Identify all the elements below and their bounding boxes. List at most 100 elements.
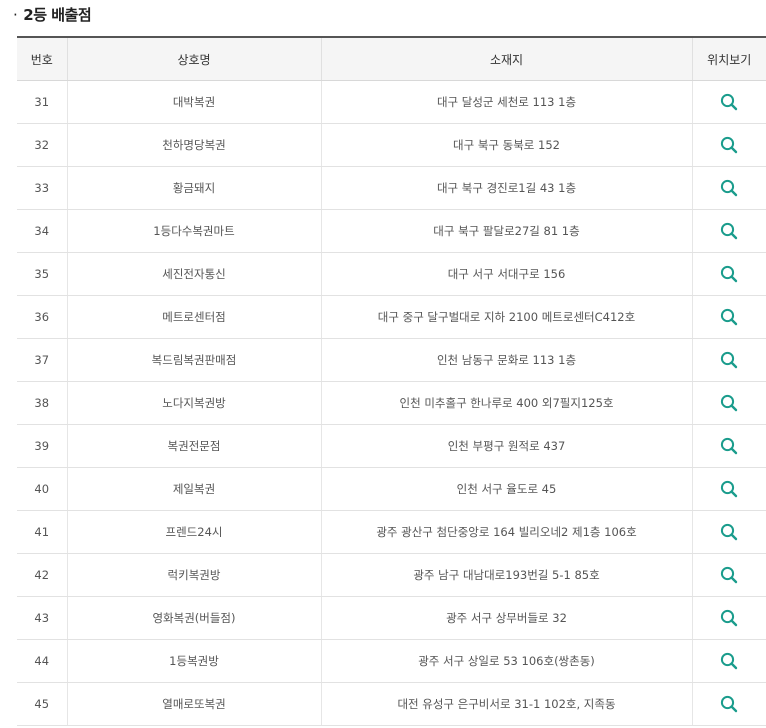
table-body: 31 대박복권 대구 달성군 세천로 113 1층 32 천하명당복권 대구 북구 동북로… xyxy=(17,80,766,726)
location-cell xyxy=(691,424,766,468)
search-icon xyxy=(721,652,738,670)
header-name: 상호명 xyxy=(66,36,321,81)
store-address: 광주 광산구 첨단중앙로 164 빌리오네2 제1층 106호 xyxy=(320,510,692,554)
store-name: 영화복권(버들점) xyxy=(66,596,321,640)
store-name: 1등복권방 xyxy=(66,639,321,683)
store-table: 번호 상호명 소재지 위치보기 31 대박복권 대구 달성군 세천로 113 1층 3… xyxy=(17,36,766,726)
view-location-button[interactable] xyxy=(718,392,740,414)
table-row: 39 복권전문점 인천 부평구 원적로 437 xyxy=(17,424,766,468)
location-cell xyxy=(691,467,766,511)
search-icon xyxy=(721,222,738,240)
table-row: 40 제일복권 인천 서구 율도로 45 xyxy=(17,467,766,511)
search-icon xyxy=(721,480,738,498)
view-location-button[interactable] xyxy=(718,564,740,586)
row-number: 44 xyxy=(17,639,67,683)
header-num: 번호 xyxy=(17,36,67,81)
location-cell xyxy=(691,252,766,296)
store-address: 대전 유성구 은구비서로 31-1 102호, 지족동 xyxy=(320,682,692,726)
table-row: 32 천하명당복권 대구 북구 동북로 152 xyxy=(17,123,766,167)
location-cell xyxy=(691,123,766,167)
store-address: 대구 북구 경진로1길 43 1층 xyxy=(320,166,692,210)
search-icon xyxy=(721,93,738,111)
search-icon xyxy=(721,523,738,541)
store-address: 대구 서구 서대구로 156 xyxy=(320,252,692,296)
view-location-button[interactable] xyxy=(718,478,740,500)
row-number: 40 xyxy=(17,467,67,511)
row-number: 34 xyxy=(17,209,67,253)
store-name: 천하명당복권 xyxy=(66,123,321,167)
search-icon xyxy=(721,566,738,584)
search-icon xyxy=(721,695,738,713)
store-name: 1등다수복권마트 xyxy=(66,209,321,253)
store-name: 노다지복권방 xyxy=(66,381,321,425)
view-location-button[interactable] xyxy=(718,306,740,328)
location-cell xyxy=(691,209,766,253)
location-cell xyxy=(691,553,766,597)
store-address: 대구 북구 팔달로27길 81 1층 xyxy=(320,209,692,253)
store-name: 메트로센터점 xyxy=(66,295,321,339)
row-number: 41 xyxy=(17,510,67,554)
row-number: 37 xyxy=(17,338,67,382)
store-address: 인천 서구 율도로 45 xyxy=(320,467,692,511)
row-number: 31 xyxy=(17,80,67,124)
table-row: 33 황금돼지 대구 북구 경진로1길 43 1층 xyxy=(17,166,766,210)
store-address: 인천 남동구 문화로 113 1층 xyxy=(320,338,692,382)
location-cell xyxy=(691,596,766,640)
table-row: 31 대박복권 대구 달성군 세천로 113 1층 xyxy=(17,80,766,124)
store-name: 대박복권 xyxy=(66,80,321,124)
row-number: 38 xyxy=(17,381,67,425)
view-location-button[interactable] xyxy=(718,134,740,156)
search-icon xyxy=(721,179,738,197)
row-number: 39 xyxy=(17,424,67,468)
store-address: 대구 달성군 세천로 113 1층 xyxy=(320,80,692,124)
store-name: 황금돼지 xyxy=(66,166,321,210)
store-address: 인천 부평구 원적로 437 xyxy=(320,424,692,468)
search-icon xyxy=(721,351,738,369)
location-cell xyxy=(691,338,766,382)
store-name: 럭키복권방 xyxy=(66,553,321,597)
header-addr: 소재지 xyxy=(320,36,692,81)
view-location-button[interactable] xyxy=(718,521,740,543)
table-row: 41 프렌드24시 광주 광산구 첨단중앙로 164 빌리오네2 제1층 106호 xyxy=(17,510,766,554)
view-location-button[interactable] xyxy=(718,435,740,457)
table-row: 45 열매로또복권 대전 유성구 은구비서로 31-1 102호, 지족동 xyxy=(17,682,766,726)
location-cell xyxy=(691,166,766,210)
header-loc: 위치보기 xyxy=(691,36,766,81)
table-row: 34 1등다수복권마트 대구 북구 팔달로27길 81 1층 xyxy=(17,209,766,253)
store-name: 프렌드24시 xyxy=(66,510,321,554)
store-name: 세진전자통신 xyxy=(66,252,321,296)
view-location-button[interactable] xyxy=(718,693,740,715)
table-row: 43 영화복권(버들점) 광주 서구 상무버들로 32 xyxy=(17,596,766,640)
location-cell xyxy=(691,80,766,124)
view-location-button[interactable] xyxy=(718,607,740,629)
search-icon xyxy=(721,609,738,627)
location-cell xyxy=(691,639,766,683)
table-header-row: 번호 상호명 소재지 위치보기 xyxy=(17,36,766,81)
title-text: 2등 배출점 xyxy=(23,6,92,24)
store-address: 광주 남구 대남대로193번길 5-1 85호 xyxy=(320,553,692,597)
table-row: 38 노다지복권방 인천 미추홀구 한나루로 400 외7필지125호 xyxy=(17,381,766,425)
store-address: 광주 서구 상무버들로 32 xyxy=(320,596,692,640)
row-number: 45 xyxy=(17,682,67,726)
view-location-button[interactable] xyxy=(718,177,740,199)
view-location-button[interactable] xyxy=(718,91,740,113)
row-number: 36 xyxy=(17,295,67,339)
store-address: 대구 북구 동북로 152 xyxy=(320,123,692,167)
table-row: 35 세진전자통신 대구 서구 서대구로 156 xyxy=(17,252,766,296)
view-location-button[interactable] xyxy=(718,220,740,242)
store-address: 광주 서구 상일로 53 106호(쌍촌동) xyxy=(320,639,692,683)
search-icon xyxy=(721,265,738,283)
row-number: 42 xyxy=(17,553,67,597)
view-location-button[interactable] xyxy=(718,263,740,285)
store-name: 복권전문점 xyxy=(66,424,321,468)
table-row: 36 메트로센터점 대구 중구 달구벌대로 지하 2100 메트로센터C412호 xyxy=(17,295,766,339)
view-location-button[interactable] xyxy=(718,349,740,371)
search-icon xyxy=(721,394,738,412)
location-cell xyxy=(691,381,766,425)
view-location-button[interactable] xyxy=(718,650,740,672)
store-address: 대구 중구 달구벌대로 지하 2100 메트로센터C412호 xyxy=(320,295,692,339)
row-number: 32 xyxy=(17,123,67,167)
row-number: 35 xyxy=(17,252,67,296)
table-row: 42 럭키복권방 광주 남구 대남대로193번길 5-1 85호 xyxy=(17,553,766,597)
location-cell xyxy=(691,510,766,554)
